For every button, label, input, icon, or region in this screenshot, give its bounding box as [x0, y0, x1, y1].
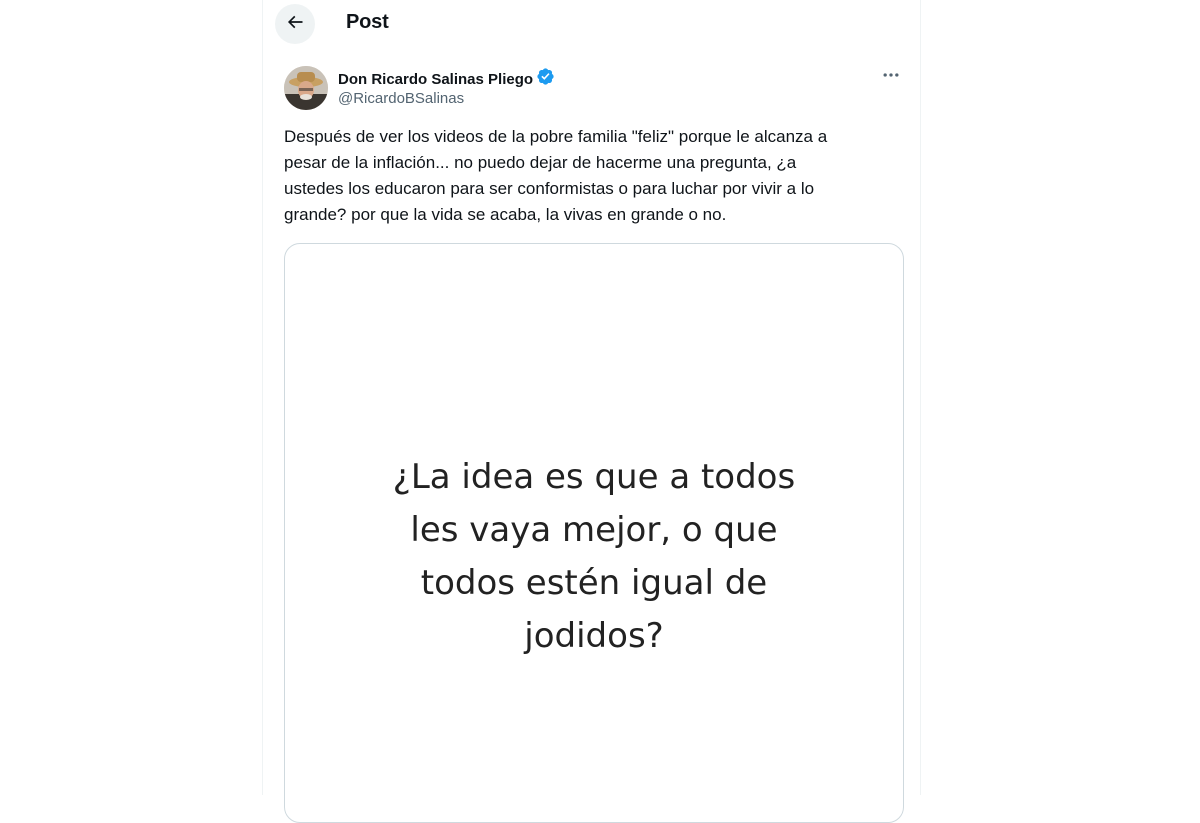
name-row: Don Ricardo Salinas Pliego [338, 67, 555, 91]
arrow-left-icon [285, 12, 305, 37]
page-title: Post [346, 11, 389, 33]
media-image-text: ¿La idea es que a todos les vaya mejor, … [392, 457, 796, 656]
post-media[interactable]: ¿La idea es que a todos les vaya mejor, … [284, 243, 904, 823]
main-column: Post Don Ricardo Salinas Pliego @Ricardo… [262, 0, 921, 823]
user-handle[interactable]: @RicardoBSalinas [338, 90, 464, 107]
display-name[interactable]: Don Ricardo Salinas Pliego [338, 71, 533, 88]
more-options-icon [881, 65, 901, 90]
post-author: Don Ricardo Salinas Pliego @RicardoBSali… [284, 66, 904, 110]
back-button[interactable] [275, 4, 315, 44]
post-header: Post [263, 0, 920, 48]
post-text: Después de ver los videos de la pobre fa… [284, 127, 828, 224]
more-options-button[interactable] [878, 66, 904, 88]
verified-badge-icon [536, 67, 555, 91]
avatar[interactable] [284, 66, 328, 110]
